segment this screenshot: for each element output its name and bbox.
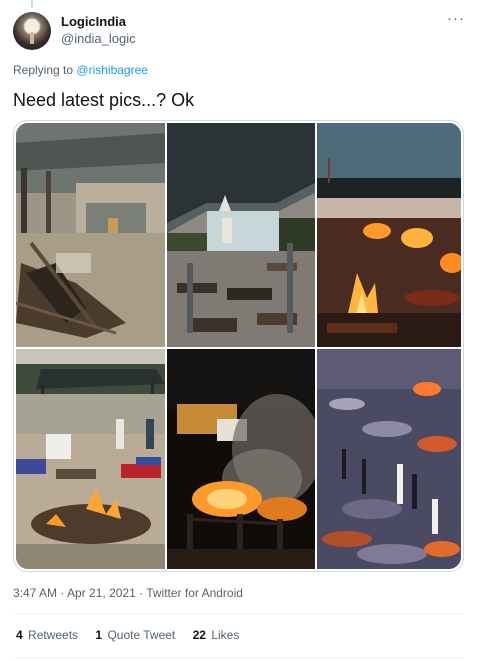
photo-3[interactable] [317, 123, 461, 347]
reply-prefix: Replying to [13, 63, 74, 77]
retweets-count: 4 [16, 628, 23, 642]
meta-separator: · [135, 586, 147, 600]
media-grid [13, 120, 464, 572]
photo-1[interactable] [16, 123, 165, 347]
photo-5[interactable] [167, 349, 315, 569]
avatar[interactable] [13, 12, 51, 50]
author-display-name[interactable]: LogicIndia [61, 14, 126, 29]
reply-context: Replying to @rishibagree [13, 63, 148, 77]
thread-connector-line [31, 0, 33, 8]
photo-6[interactable] [317, 349, 461, 569]
likes-label: Likes [211, 628, 240, 642]
likes-stat[interactable]: 22 Likes [193, 628, 240, 642]
divider [13, 613, 464, 614]
retweets-label: Retweets [28, 628, 79, 642]
tweet-time[interactable]: 3:47 AM [13, 586, 57, 600]
quote-tweets-label: Quote Tweet [107, 628, 176, 642]
photo-2[interactable] [167, 123, 315, 347]
avatar-candle-image [30, 32, 34, 44]
tweet-text: Need latest pics...? Ok [13, 90, 195, 110]
engagement-stats: 4 Retweets 1 Quote Tweet 22 Likes [16, 628, 253, 642]
quote-tweets-stat[interactable]: 1 Quote Tweet [95, 628, 175, 642]
tweet-source[interactable]: Twitter for Android [146, 586, 243, 600]
tweet-timestamp: 3:47 AM · Apr 21, 2021 · Twitter for And… [13, 586, 243, 600]
photo-4[interactable] [16, 349, 165, 569]
reply-mention-link[interactable]: @rishibagree [76, 63, 148, 77]
tweet-header: LogicIndia @india_logic ··· [13, 11, 465, 52]
retweets-stat[interactable]: 4 Retweets [16, 628, 78, 642]
quote-tweets-count: 1 [95, 628, 103, 642]
tweet-date[interactable]: Apr 21, 2021 [67, 586, 136, 600]
divider [13, 657, 464, 658]
likes-count: 22 [192, 628, 206, 642]
author-handle[interactable]: @india_logic [61, 31, 136, 46]
meta-separator: · [57, 586, 68, 600]
more-horizontal-icon[interactable]: ··· [447, 11, 465, 26]
